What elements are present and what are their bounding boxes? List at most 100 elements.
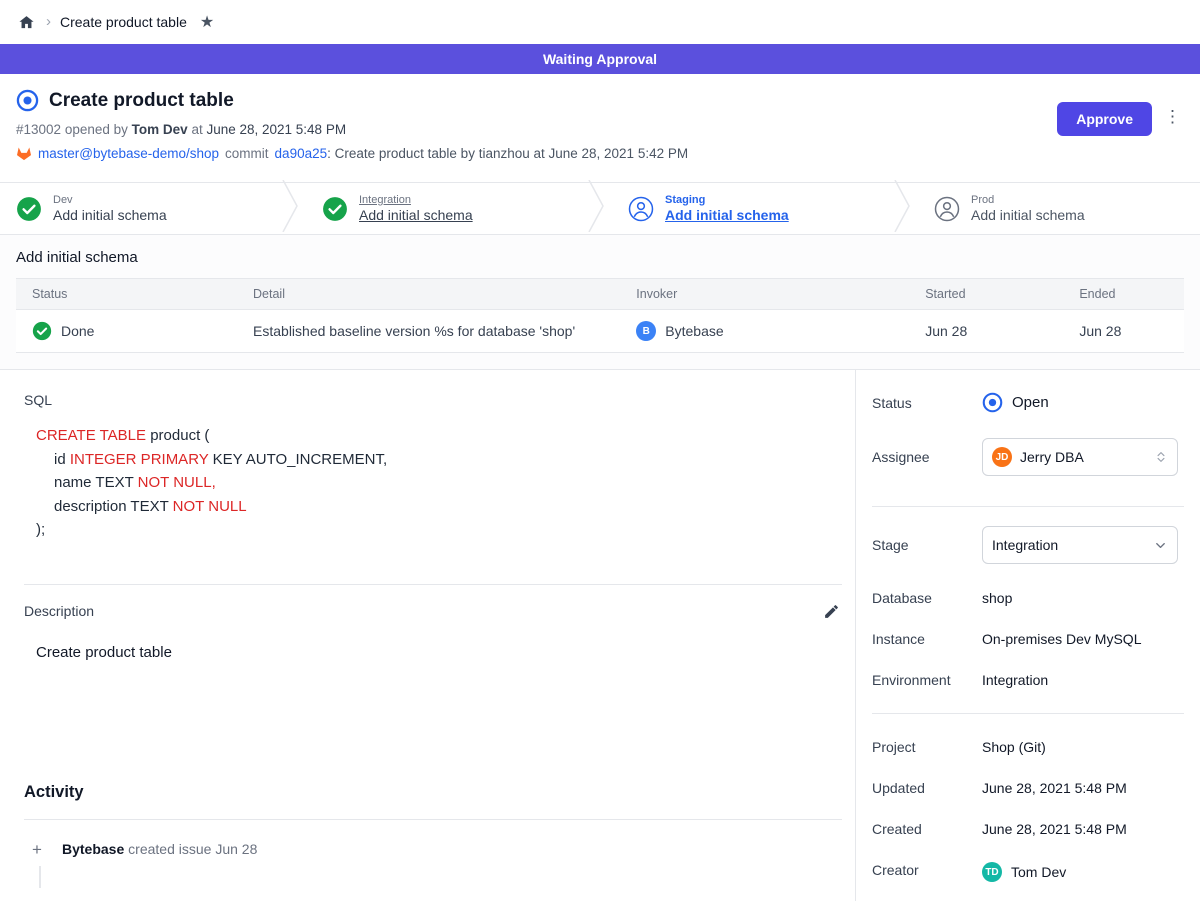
stage-task-label[interactable]: Add initial schema [359,207,473,223]
creator-label: Creator [872,862,982,878]
person-circle-icon [934,196,960,222]
issue-sidebar: Status Open Assignee JD Jerry DBA Stage [855,370,1200,901]
stage-env-label[interactable]: Staging [665,194,789,206]
creator-avatar: TD [982,862,1002,882]
description-label: Description [24,603,94,619]
done-check-icon [32,321,52,341]
favorite-star-icon[interactable]: ★ [200,12,214,32]
column-header-started: Started [909,279,1063,310]
person-circle-icon [628,196,654,222]
pipeline-stages: Dev Add initial schema Integration Add i… [0,182,1200,235]
stage-env-label: Prod [971,194,1085,206]
database-value: shop [982,590,1012,606]
description-content: Create product table [36,644,842,661]
approval-banner: Waiting Approval [0,44,1200,74]
task-invoker: Bytebase [665,323,723,339]
kebab-menu-icon[interactable]: ⋮ [1164,108,1181,125]
column-header-ended: Ended [1063,279,1184,310]
chevron-down-icon [1153,538,1168,553]
stage-select[interactable]: Integration [982,526,1178,564]
divider [872,506,1184,507]
stage-staging[interactable]: Staging Add initial schema [604,183,894,234]
stage-integration[interactable]: Integration Add initial schema [298,183,588,234]
open-status-icon [982,392,1003,413]
plus-icon[interactable]: + [24,840,62,860]
status-value: Open [1012,394,1049,411]
instance-label: Instance [872,631,982,647]
divider [872,713,1184,714]
issue-header: Create product table #13002 opened by To… [0,74,1200,182]
task-row[interactable]: Done Established baseline version %s for… [16,310,1184,353]
edit-pencil-icon[interactable] [821,601,842,622]
stage-prod[interactable]: Prod Add initial schema [910,183,1200,234]
stage-separator [588,180,604,237]
commit-hash-link[interactable]: da90a25 [275,146,328,161]
column-header-invoker: Invoker [620,279,909,310]
stage-separator [282,180,298,237]
created-value: June 28, 2021 5:48 PM [982,821,1127,837]
assignee-value: Jerry DBA [1020,449,1084,465]
task-detail: Established baseline version %s for data… [237,310,620,353]
stage-value: Integration [992,537,1058,553]
sql-code-block: CREATE TABLE product ( id INTEGER PRIMAR… [24,424,842,542]
stage-dev[interactable]: Dev Add initial schema [0,183,282,234]
task-section: Add initial schema Status Detail Invoker… [0,235,1200,369]
assignee-select[interactable]: JD Jerry DBA [982,438,1178,476]
updown-chevrons-icon [1154,450,1168,464]
issue-author: Tom Dev [132,122,188,137]
approval-banner-text: Waiting Approval [543,51,657,67]
database-label: Database [872,590,982,606]
activity-item: + Bytebase created issue Jun 28 [24,840,842,860]
stage-env-label[interactable]: Integration [359,194,473,206]
activity-action: created issue [128,841,211,857]
commit-line: master@bytebase-demo/shop commit da90a25… [16,146,1176,161]
assignee-label: Assignee [872,449,982,465]
check-circle-icon [322,196,348,222]
task-table: Status Detail Invoker Started Ended Done… [16,278,1184,353]
project-label: Project [872,739,982,755]
check-circle-icon [16,196,42,222]
gitlab-icon [16,146,32,161]
status-label: Status [872,395,982,411]
stage-task-label[interactable]: Add initial schema [665,207,789,223]
column-header-status: Status [16,279,237,310]
activity-timeline-connector [39,866,41,888]
task-status: Done [61,323,94,339]
task-ended: Jun 28 [1063,310,1184,353]
chevron-right-icon: › [46,13,51,30]
column-header-detail: Detail [237,279,620,310]
divider [24,584,842,585]
updated-label: Updated [872,780,982,796]
instance-value: On-premises Dev MySQL [982,631,1141,647]
task-heading: Add initial schema [16,249,1184,266]
creator-value: Tom Dev [1011,864,1066,880]
task-started: Jun 28 [909,310,1063,353]
created-label: Created [872,821,982,837]
project-value: Shop (Git) [982,739,1046,755]
stage-task-label: Add initial schema [971,207,1085,223]
assignee-avatar: JD [992,447,1012,467]
invoker-avatar: B [636,321,656,341]
environment-label: Environment [872,672,982,688]
issue-id: #13002 [16,122,61,137]
activity-actor: Bytebase [62,841,124,857]
commit-message: : Create product table by tianzhou at Ju… [327,146,688,161]
issue-meta: #13002 opened by Tom Dev at June 28, 202… [16,122,1176,137]
approve-button[interactable]: Approve [1057,102,1152,136]
repo-branch-link[interactable]: master@bytebase-demo/shop [38,146,219,161]
home-icon[interactable] [16,12,37,33]
divider [24,819,842,820]
stage-env-label: Dev [53,194,167,206]
sql-label: SQL [24,392,842,408]
stage-label: Stage [872,537,982,553]
issue-detail-panel: SQL CREATE TABLE product ( id INTEGER PR… [0,370,855,901]
activity-heading: Activity [24,783,842,802]
open-status-icon [16,89,39,112]
breadcrumb: › Create product table ★ [0,0,1200,44]
stage-task-label: Add initial schema [53,207,167,223]
stage-separator [894,180,910,237]
environment-value: Integration [982,672,1048,688]
page-title: Create product table [49,90,234,112]
breadcrumb-title[interactable]: Create product table [60,14,187,30]
updated-value: June 28, 2021 5:48 PM [982,780,1127,796]
